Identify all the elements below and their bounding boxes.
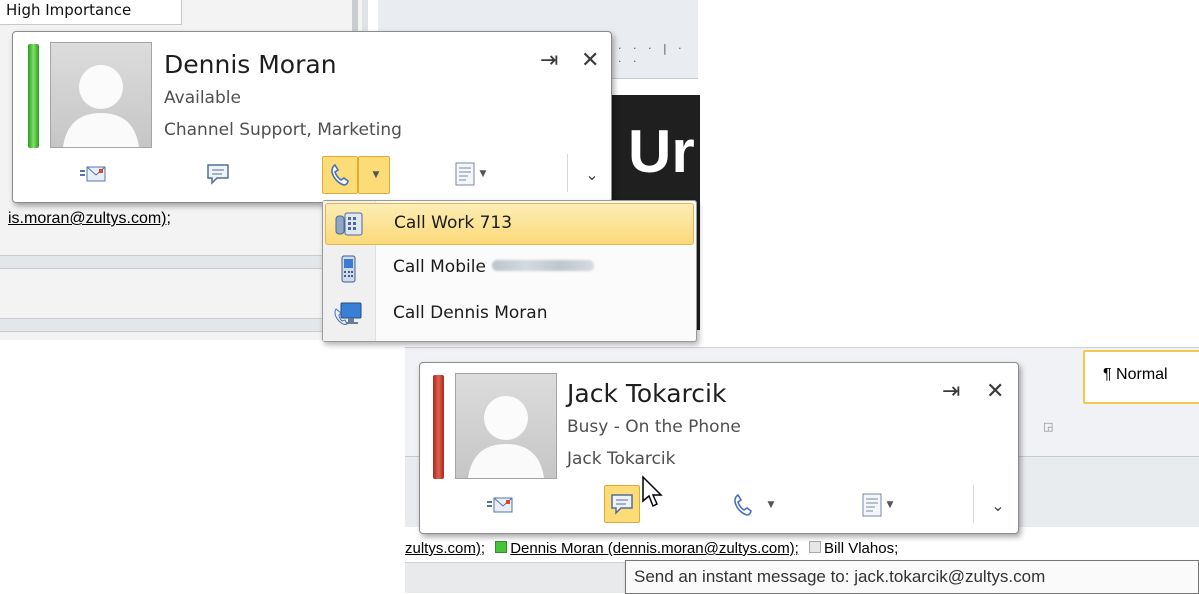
tooltip-text: Send an instant message to: jack.tokarci… [634, 567, 1046, 586]
mouse-cursor-icon [642, 475, 663, 508]
contact-status: Available [164, 88, 241, 108]
recipient-email-text[interactable]: is.moran@zultys.com); [8, 210, 171, 228]
close-icon[interactable]: ✕ [986, 381, 1004, 403]
dropdown-arrow-icon: ▼ [479, 169, 487, 179]
action-divider [567, 154, 568, 192]
contact-card-button[interactable]: ▼ [848, 487, 906, 523]
pc-phone-icon [334, 302, 362, 325]
dropdown-arrow-icon: ▼ [886, 500, 894, 510]
style-normal-gallery-item[interactable]: ¶ Normal [1083, 350, 1199, 404]
contact-photo [50, 42, 152, 148]
menu-item-label: Call Mobile [393, 257, 594, 277]
presence-unknown-icon [809, 541, 822, 553]
phone-icon [331, 163, 349, 186]
contact-card-icon [455, 162, 475, 186]
mobile-phone-icon [341, 255, 356, 283]
send-email-button[interactable] [480, 487, 520, 523]
instant-message-button[interactable] [198, 156, 238, 192]
dialog-launcher-icon[interactable]: ◲ [1043, 420, 1053, 433]
recipient-dennis[interactable]: Dennis Moran (dennis.moran@zultys.com); [510, 540, 799, 557]
contact-name: Dennis Moran [164, 50, 337, 79]
contact-card-icon [862, 493, 882, 517]
pin-icon[interactable]: ⇥ [942, 381, 960, 403]
email-icon [487, 497, 513, 513]
menu-item-label: Call Work 713 [394, 213, 513, 233]
email-icon [80, 166, 106, 182]
contact-status: Busy - On the Phone [567, 417, 741, 437]
recipient-bill[interactable]: Bill Vlahos; [824, 540, 898, 557]
menu-item-call-work[interactable]: Call Work 713 [325, 203, 694, 245]
phone-icon [733, 493, 752, 516]
contact-card-jack: Jack Tokarcik Busy - On the Phone Jack T… [419, 362, 1019, 534]
redacted-number [491, 260, 594, 271]
expand-chevron-icon[interactable]: ⌄ [577, 156, 607, 192]
im-icon [207, 164, 229, 185]
style-normal-label: ¶ Normal [1103, 366, 1168, 383]
recipient-line: zultys.com); Dennis Moran (dennis.moran@… [405, 540, 898, 557]
action-divider [973, 485, 974, 523]
instant-message-tooltip: Send an instant message to: jack.tokarci… [625, 560, 1199, 594]
presence-indicator [28, 44, 39, 148]
pin-icon[interactable]: ⇥ [540, 50, 558, 72]
dropdown-arrow-icon: ▼ [372, 170, 380, 180]
high-importance-button[interactable]: High Importance [0, 0, 182, 25]
contact-card-dennis: Dennis Moran Available Channel Support, … [12, 31, 612, 203]
document-heading-text: Ur [628, 118, 695, 185]
im-icon [611, 494, 633, 515]
menu-item-call-computer[interactable]: Call Dennis Moran [325, 294, 692, 334]
call-button[interactable] [322, 156, 358, 194]
contact-name: Jack Tokarcik [567, 379, 727, 408]
desk-phone-icon [335, 212, 363, 236]
dropdown-arrow-icon: ▼ [767, 500, 775, 510]
call-options-menu: Call Work 713 Call Mobile Call Dennis Mo… [322, 200, 697, 342]
menu-item-call-mobile[interactable]: Call Mobile [325, 248, 692, 288]
instant-message-button[interactable] [604, 485, 640, 523]
contact-card-button[interactable]: ▼ [441, 156, 499, 192]
presence-available-icon [495, 541, 508, 553]
contact-department: Channel Support, Marketing [164, 120, 402, 140]
recipient-left[interactable]: zultys.com); [405, 540, 485, 557]
close-icon[interactable]: ✕ [581, 50, 599, 72]
call-dropdown-button[interactable]: ▼ [358, 156, 390, 194]
expand-chevron-icon[interactable]: ⌄ [983, 487, 1013, 523]
call-button[interactable]: ▼ [723, 487, 783, 523]
presence-indicator [433, 375, 444, 479]
menu-item-label: Call Dennis Moran [393, 303, 548, 323]
contact-photo [455, 373, 557, 479]
contact-department: Jack Tokarcik [567, 449, 676, 469]
send-email-button[interactable] [73, 156, 113, 192]
